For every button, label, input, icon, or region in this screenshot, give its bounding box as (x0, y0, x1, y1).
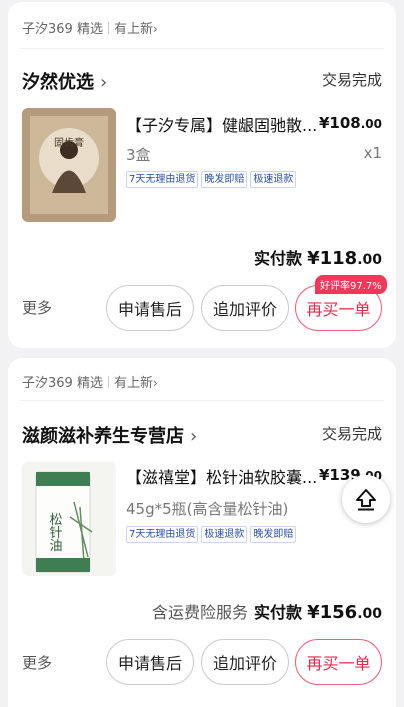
tag: 晚发即赔 (201, 171, 248, 188)
more-button[interactable]: 更多 (22, 297, 52, 318)
paid-minor: .00 (357, 606, 382, 622)
tag: 7天无理由退货 (126, 171, 199, 188)
source-line[interactable]: 子汐369 精选 有上新› (22, 372, 158, 391)
paid-minor: .00 (357, 252, 382, 268)
product-spec: 3盒 (126, 146, 151, 164)
price-minor: .00 (360, 117, 382, 131)
add-review-button[interactable]: 追加评价 (201, 285, 289, 331)
service-tags: 7天无理由退货 晚发即赔 极速退款 (126, 171, 297, 188)
tag: 极速退款 (201, 526, 248, 543)
chevron-right-icon: › (152, 22, 158, 36)
source-label: 子汐369 精选 (22, 22, 103, 37)
price-major: ¥108 (318, 114, 361, 132)
product-title[interactable]: 【滋禧堂】松针油软胶囊... (126, 464, 326, 488)
product-image[interactable]: 松针油 (22, 462, 116, 576)
after-sale-button[interactable]: 申请售后 (106, 285, 194, 331)
separator (107, 22, 109, 34)
shop-name-link[interactable]: 汐然优选 › (22, 68, 107, 94)
tag: 7天无理由退货 (126, 526, 199, 543)
source-link[interactable]: 有上新 (114, 22, 153, 37)
source-link[interactable]: 有上新 (114, 376, 153, 391)
scroll-to-top-button[interactable] (342, 475, 390, 523)
product-image-text: 松针油 (47, 513, 63, 552)
shop-name: 汐然优选 (22, 72, 94, 93)
product-price: ¥108.00 (319, 114, 382, 132)
product-image-text: 固齿膏 (54, 136, 84, 149)
tag: 极速退款 (250, 171, 297, 188)
order-status: 交易完成 (321, 71, 382, 89)
chevron-right-icon: › (152, 376, 158, 390)
rating-badge: 好评率97.7% (315, 275, 387, 294)
product-quantity: x1 (363, 144, 382, 162)
more-button[interactable]: 更多 (22, 652, 52, 673)
add-review-button[interactable]: 追加评价 (201, 639, 289, 685)
service-tags: 7天无理由退货 极速退款 晚发即赔 (126, 526, 297, 543)
rebuy-button[interactable]: 再买一单 (295, 639, 382, 685)
order-card: 子汐369 精选 有上新› 汐然优选 › 交易完成 固齿膏 【子汐专属】健龈固驰散.… (8, 2, 396, 348)
paid-major: ¥118 (307, 248, 358, 269)
source-label: 子汐369 精选 (22, 376, 103, 391)
shop-name: 滋颜滋补养生专营店 (22, 426, 184, 447)
divider (20, 48, 384, 49)
paid-major: ¥156 (307, 602, 358, 623)
separator (107, 376, 109, 388)
insurance-label[interactable]: 含运费险服务 (152, 603, 248, 622)
after-sale-button[interactable]: 申请售后 (106, 639, 194, 685)
chevron-right-icon: › (190, 426, 198, 447)
product-image[interactable]: 固齿膏 (22, 108, 116, 222)
paid-label: 实付款 (253, 249, 302, 268)
source-line[interactable]: 子汐369 精选 有上新› (22, 18, 158, 37)
order-status: 交易完成 (321, 425, 382, 443)
arrow-up-to-top-icon (356, 489, 376, 511)
paid-value: ¥118.00 (307, 248, 382, 269)
order-card: 子汐369 精选 有上新› 滋颜滋补养生专营店 › 交易完成 松针油 【滋禧堂】松针… (8, 358, 396, 707)
divider (20, 400, 384, 401)
chevron-right-icon: › (100, 72, 108, 93)
product-spec: 45g*5瓶(高含量松针油) (126, 500, 289, 518)
paid-value: ¥156.00 (307, 602, 382, 623)
paid-amount: 含运费险服务 实付款 ¥156.00 (152, 599, 382, 623)
paid-label: 实付款 (253, 603, 302, 622)
product-title[interactable]: 【子汐专属】健龈固驰散... (126, 112, 326, 136)
shop-name-link[interactable]: 滋颜滋补养生专营店 › (22, 422, 197, 448)
paid-amount: 实付款 ¥118.00 (254, 245, 382, 269)
tag: 晚发即赔 (250, 526, 297, 543)
